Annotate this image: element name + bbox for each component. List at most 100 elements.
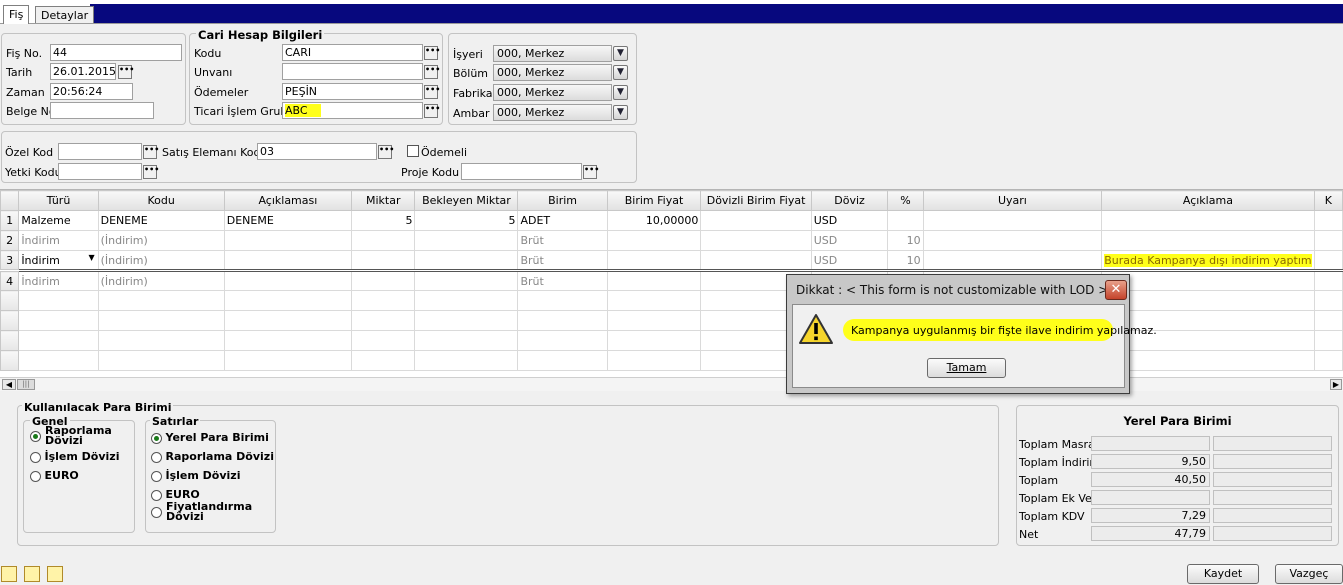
table-row[interactable]	[0, 350, 1343, 371]
satirlar-option-fiyatlandirma[interactable]: Fiyatlandırma Dövizi	[151, 502, 273, 520]
unvani-input[interactable]	[282, 63, 423, 80]
col-uyari[interactable]: Uyarı	[922, 190, 1103, 211]
cell-k[interactable]	[1313, 210, 1343, 231]
cell-doviz[interactable]: USD	[810, 250, 889, 272]
cell-bekleyen[interactable]: 5	[414, 210, 519, 231]
cell-kodu[interactable]: DENEME	[97, 210, 225, 231]
cell-yuzde[interactable]	[887, 210, 924, 231]
ambar-select[interactable]: 000, Merkez	[493, 104, 612, 121]
table-row[interactable]: 4 İndirim (İndirim) Brüt	[0, 270, 1343, 291]
satirlar-option-euro[interactable]: EURO	[151, 488, 200, 501]
col-aciklama[interactable]: Açıklama	[1101, 190, 1315, 211]
col-birim-fiyat[interactable]: Birim Fiyat	[606, 190, 702, 211]
cell-dovizli[interactable]	[700, 210, 812, 231]
col-bekleyen-miktar[interactable]: Bekleyen Miktar	[414, 190, 519, 211]
cell-turu[interactable]: İndirim	[18, 270, 99, 291]
cell-aciklamasi[interactable]	[223, 230, 353, 251]
zoom-icon[interactable]	[1, 566, 17, 582]
radio-icon[interactable]	[30, 470, 41, 482]
cancel-button[interactable]: Vazgeç	[1275, 564, 1343, 584]
cell-bekleyen[interactable]	[414, 270, 519, 291]
cell-aciklamasi[interactable]	[223, 270, 353, 291]
cell-birim[interactable]: ADET	[517, 210, 608, 231]
scroll-thumb[interactable]: |||	[17, 379, 35, 390]
proje-kodu-input[interactable]	[461, 163, 582, 180]
table-row[interactable]	[0, 290, 1343, 311]
radio-icon[interactable]	[151, 507, 162, 518]
cell-dovizli[interactable]	[700, 230, 812, 251]
cell-yuzde[interactable]: 10	[887, 250, 924, 272]
proje-kodu-lookup-button[interactable]: •••	[583, 165, 599, 179]
cell-birim[interactable]: Brüt	[517, 230, 608, 251]
odemeler-lookup-button[interactable]: •••	[424, 85, 440, 99]
cell-aciklama[interactable]	[1101, 230, 1315, 251]
cell-turu[interactable]: Malzeme	[18, 210, 99, 231]
cell-miktar[interactable]	[351, 230, 416, 251]
col-turu[interactable]: Türü	[18, 190, 99, 211]
save-button[interactable]: Kaydet	[1187, 564, 1259, 584]
belge-no-input[interactable]	[50, 102, 154, 119]
isyeri-dropdown-button[interactable]: ▼	[613, 46, 628, 61]
tarih-picker-button[interactable]: •••	[118, 65, 134, 79]
radio-icon[interactable]	[151, 451, 162, 463]
col-aciklamasi[interactable]: Açıklaması	[223, 190, 353, 211]
fabrika-dropdown-button[interactable]: ▼	[613, 85, 628, 100]
satis-elemani-input[interactable]: 03	[257, 143, 377, 160]
odemeli-checkbox[interactable]	[407, 145, 419, 157]
satirlar-option-islem[interactable]: İşlem Dövizi	[151, 469, 240, 482]
radio-icon[interactable]	[151, 432, 162, 444]
radio-icon[interactable]	[151, 489, 162, 501]
cell-doviz[interactable]: USD	[810, 210, 889, 231]
cell-k[interactable]	[1313, 250, 1343, 272]
cell-birim-fiyat[interactable]	[606, 250, 702, 272]
fis-no-input[interactable]: 44	[50, 44, 182, 61]
cari-kodu-input[interactable]: CARI	[282, 44, 423, 61]
odemeler-input[interactable]: PEŞİN	[282, 83, 423, 100]
tab-fis[interactable]: Fiş	[3, 5, 30, 24]
cell-bekleyen[interactable]	[414, 250, 519, 272]
yetki-kodu-input[interactable]	[58, 163, 142, 180]
ambar-dropdown-button[interactable]: ▼	[613, 105, 628, 120]
cell-kodu[interactable]: (İndirim)	[97, 250, 225, 272]
radio-icon[interactable]	[151, 470, 162, 482]
cell-miktar[interactable]	[351, 250, 416, 272]
cell-miktar[interactable]	[351, 270, 416, 291]
col-k[interactable]: K	[1313, 190, 1343, 211]
table-row[interactable]: 3 İndirim ▼ (İndirim) Brüt USD 10 Burada …	[0, 250, 1343, 272]
tarih-input[interactable]: 26.01.2015	[50, 63, 116, 80]
col-kodu[interactable]: Kodu	[97, 190, 225, 211]
cell-birim[interactable]: Brüt	[517, 270, 608, 291]
cell-kodu[interactable]: (İndirim)	[97, 230, 225, 251]
cell-aciklamasi[interactable]	[223, 250, 353, 272]
cell-turu[interactable]: İndirim	[18, 230, 99, 251]
cell-birim-fiyat[interactable]: 10,00000	[606, 210, 702, 231]
genel-option-euro[interactable]: EURO	[30, 469, 79, 482]
cell-uyari[interactable]	[922, 230, 1103, 251]
cell-bekleyen[interactable]	[414, 230, 519, 251]
genel-option-raporlama[interactable]: Raporlama Dövizi	[30, 426, 134, 444]
grid-horizontal-scrollbar[interactable]: ◀ ||| ▶	[0, 377, 1343, 391]
satis-elemani-lookup-button[interactable]: •••	[378, 145, 394, 159]
satirlar-option-yerel[interactable]: Yerel Para Birimi	[151, 431, 269, 444]
close-icon[interactable]: ✕	[1105, 280, 1127, 300]
ozel-kod-input[interactable]	[58, 143, 142, 160]
ticari-islem-input[interactable]: ABC	[282, 102, 423, 119]
cell-k[interactable]	[1313, 270, 1343, 291]
cell-birim[interactable]: Brüt	[517, 250, 608, 272]
chevron-down-icon[interactable]: ▼	[88, 253, 94, 262]
radio-icon[interactable]	[30, 431, 41, 442]
fabrika-select[interactable]: 000, Merkez	[493, 84, 612, 101]
cari-kodu-lookup-button[interactable]: •••	[424, 46, 440, 60]
unvani-lookup-button[interactable]: •••	[424, 65, 440, 79]
cell-uyari[interactable]	[922, 210, 1103, 231]
cell-dovizli[interactable]	[700, 250, 812, 272]
lines-grid[interactable]: Türü Kodu Açıklaması Miktar Bekleyen Mik…	[0, 189, 1343, 377]
cell-aciklamasi[interactable]: DENEME	[223, 210, 353, 231]
cell-birim-fiyat[interactable]	[606, 230, 702, 251]
cell-k[interactable]	[1313, 230, 1343, 251]
zoom-icon[interactable]	[47, 566, 63, 582]
table-row[interactable]: 1 Malzeme DENEME DENEME 5 5 ADET 10,0000…	[0, 210, 1343, 231]
table-row[interactable]: 2 İndirim (İndirim) Brüt USD 10	[0, 230, 1343, 251]
satirlar-option-raporlama[interactable]: Raporlama Dövizi	[151, 450, 274, 463]
cell-uyari[interactable]	[922, 250, 1103, 272]
